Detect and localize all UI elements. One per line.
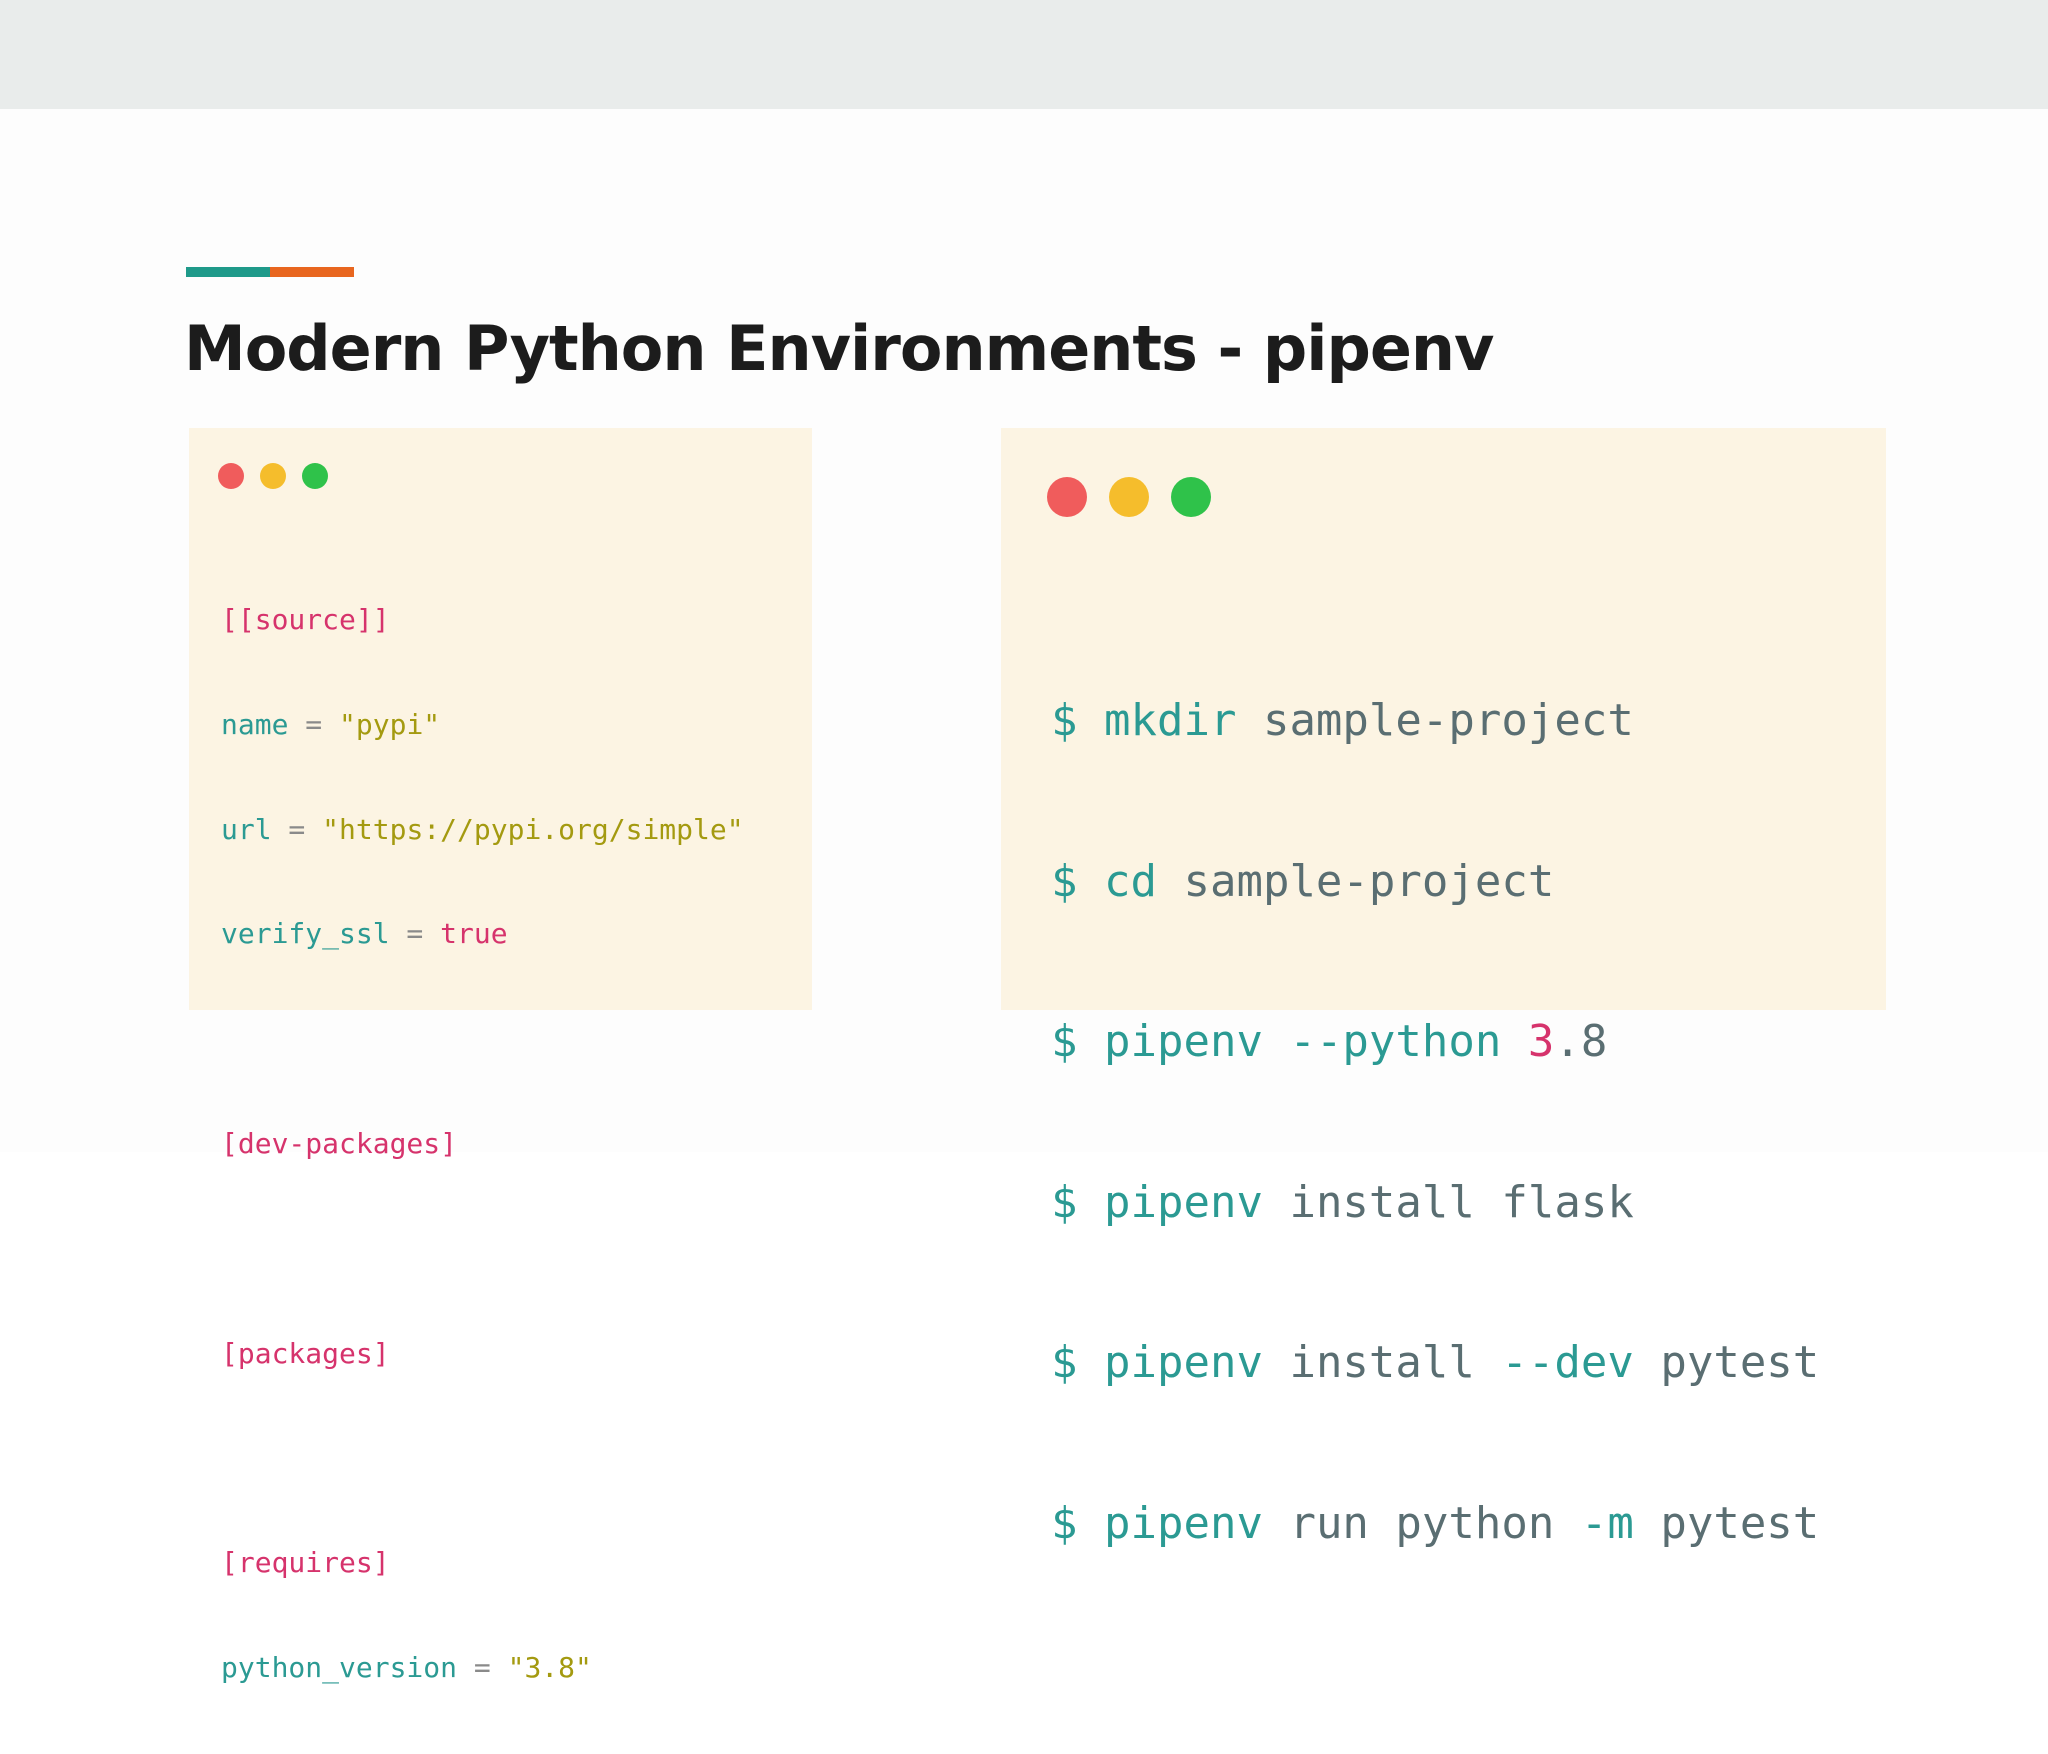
code-line-blank	[221, 1439, 744, 1478]
key: verify_ssl	[221, 917, 390, 951]
command: cd	[1104, 855, 1157, 907]
prompt: $	[1051, 1016, 1078, 1067]
section-header: [dev-packages]	[221, 1126, 458, 1160]
command-line: $ cd sample-project	[1051, 853, 1819, 912]
code-line: name = "pypi"	[221, 706, 744, 745]
terminal-window: $ mkdir sample-project $ cd sample-proje…	[1001, 428, 1886, 1549]
command: mkdir	[1104, 695, 1237, 746]
operator: =	[271, 812, 323, 846]
pipfile-code: [[source]] name = "pypi" url = "https://…	[221, 535, 744, 1754]
command-line: $ pipenv run python -m pytest	[1051, 1495, 1819, 1554]
section-header: [packages]	[221, 1336, 390, 1370]
command-line: $ pipenv --python 3.8	[1051, 1013, 1819, 1072]
green-dot-icon	[1171, 477, 1211, 517]
string-value: "3.8"	[507, 1650, 592, 1684]
code-line: [dev-packages]	[221, 1125, 744, 1164]
code-line: [[source]]	[221, 601, 744, 640]
pipfile-window: [[source]] name = "pypi" url = "https://…	[189, 428, 812, 1684]
prompt: $	[1051, 1497, 1078, 1549]
operator: =	[389, 917, 441, 951]
argument: pytest	[1660, 1497, 1820, 1549]
code-line: verify_ssl = true	[221, 915, 744, 954]
command-line: $ mkdir sample-project	[1051, 692, 1819, 751]
command-line: $ pipenv install --dev pytest	[1051, 1334, 1819, 1393]
page-title: Modern Python Environments - pipenv	[184, 312, 1494, 385]
code-line: python_version = "3.8"	[221, 1649, 744, 1688]
command: pipenv	[1104, 1176, 1263, 1228]
title-accent-orange	[270, 267, 354, 277]
section-header: [[source]]	[221, 603, 390, 636]
code-line: [packages]	[221, 1335, 744, 1374]
window-controls	[218, 463, 328, 489]
version-minor: .8	[1554, 1016, 1608, 1067]
prompt: $	[1051, 1337, 1078, 1388]
argument: run python	[1289, 1497, 1555, 1549]
operator: =	[457, 1650, 508, 1684]
command: pipenv	[1104, 1497, 1263, 1549]
argument: install	[1289, 1337, 1475, 1388]
key: python_version	[221, 1650, 458, 1684]
prompt: $	[1051, 855, 1078, 907]
code-line: url = "https://pypi.org/simple"	[221, 811, 744, 850]
command-line: $ pipenv install flask	[1051, 1174, 1819, 1233]
prompt: $	[1051, 1176, 1078, 1228]
argument: install flask	[1289, 1176, 1634, 1228]
yellow-dot-icon	[260, 463, 286, 489]
red-dot-icon	[218, 463, 244, 489]
argument: pytest	[1660, 1337, 1820, 1388]
title-accent-teal	[186, 267, 270, 277]
yellow-dot-icon	[1109, 477, 1149, 517]
code-line-blank	[221, 1020, 744, 1059]
argument: sample-project	[1262, 695, 1634, 746]
code-line: [requires]	[221, 1544, 744, 1583]
green-dot-icon	[302, 463, 328, 489]
section-header: [requires]	[221, 1546, 390, 1580]
window-controls	[1047, 477, 1211, 517]
argument: sample-project	[1183, 855, 1555, 907]
flag: --dev	[1501, 1337, 1634, 1388]
operator: =	[288, 707, 340, 741]
command: pipenv	[1104, 1016, 1263, 1067]
command: pipenv	[1104, 1337, 1263, 1388]
string-value: "pypi"	[339, 707, 441, 741]
key: url	[221, 812, 272, 846]
top-band	[0, 0, 2048, 109]
code-line-blank	[221, 1230, 744, 1269]
string-value: "https://pypi.org/simple"	[322, 812, 744, 846]
flag: --python	[1289, 1016, 1502, 1067]
prompt: $	[1051, 695, 1078, 746]
key: name	[221, 707, 289, 741]
bool-value: true	[440, 917, 508, 951]
version-major: 3	[1527, 1016, 1555, 1067]
flag: -m	[1580, 1497, 1634, 1549]
terminal-commands: $ mkdir sample-project $ cd sample-proje…	[1051, 590, 1819, 1655]
red-dot-icon	[1047, 477, 1087, 517]
